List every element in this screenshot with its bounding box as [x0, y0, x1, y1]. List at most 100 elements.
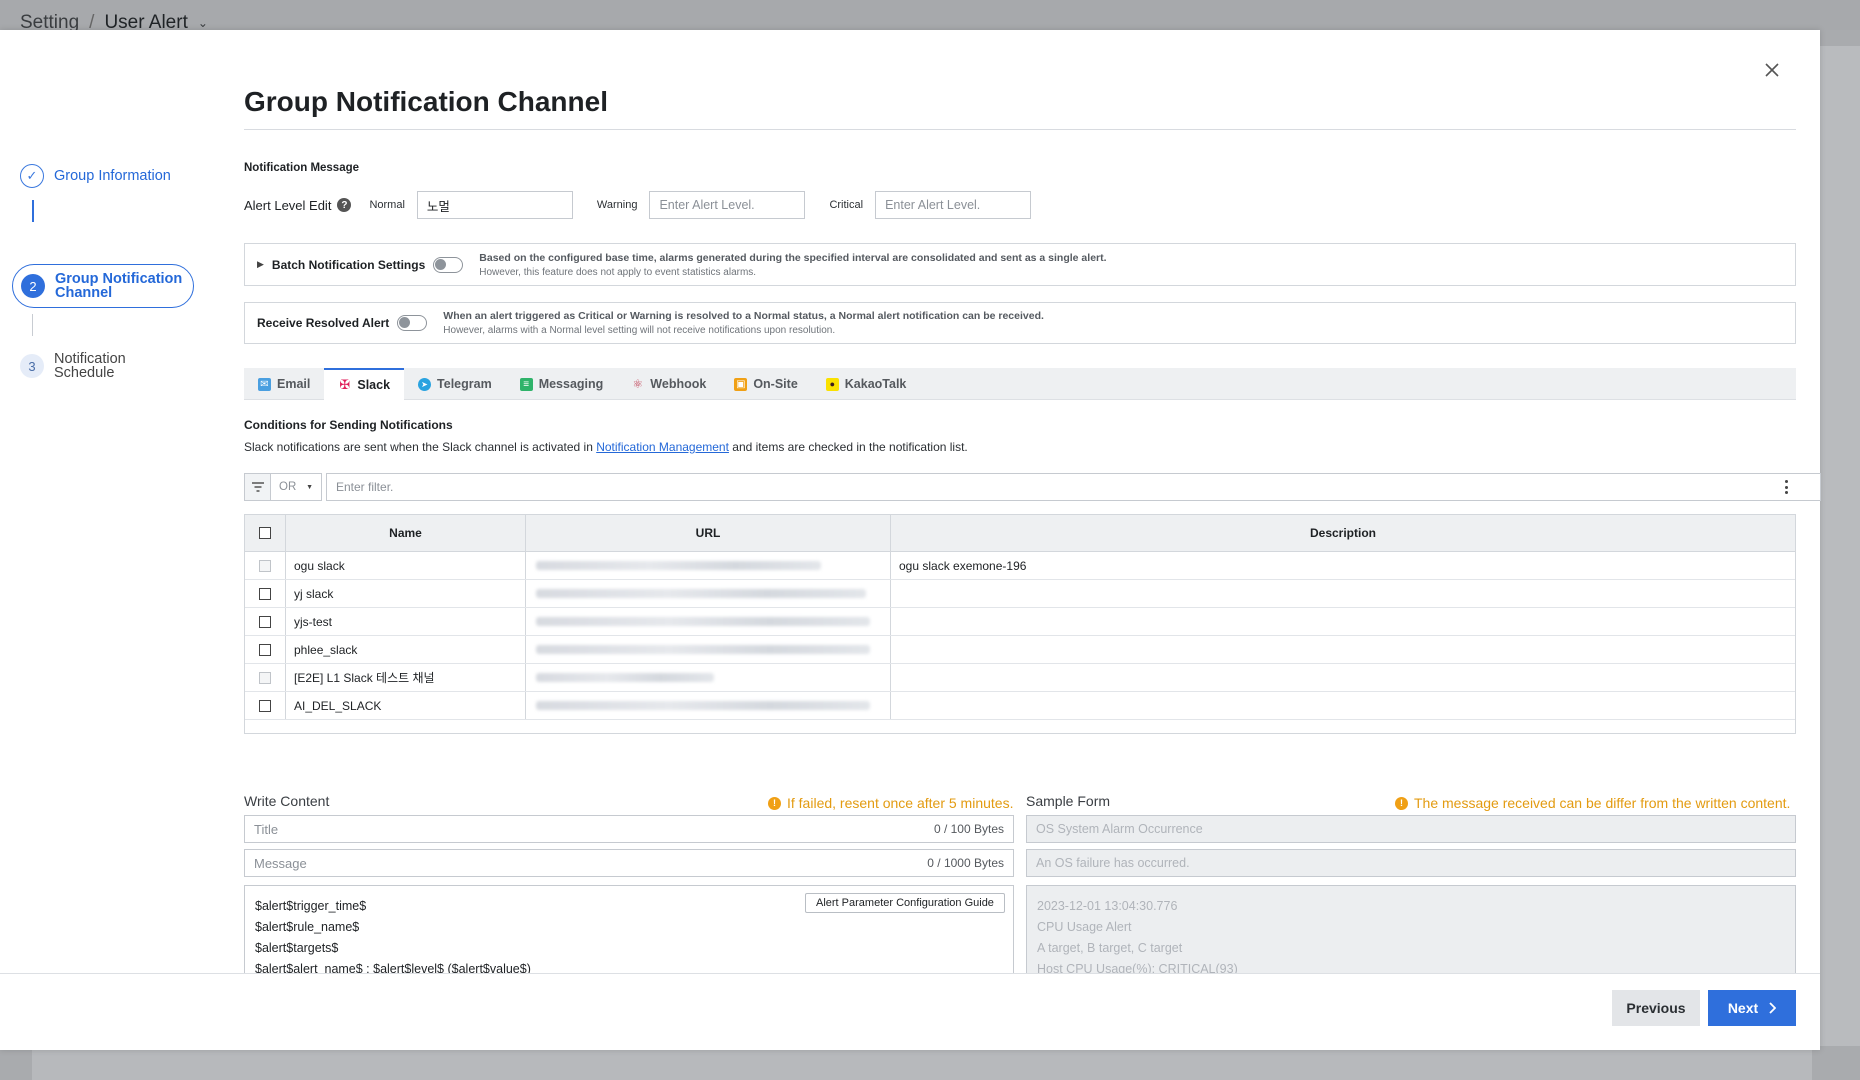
filter-button[interactable] — [244, 473, 270, 501]
write-content-warning: ! If failed, resent once after 5 minutes… — [768, 795, 1013, 811]
column-header-description[interactable]: Description — [891, 515, 1795, 551]
sample-form-warning: ! The message received can be differ fro… — [1395, 795, 1790, 811]
table-header: Name URL Description — [245, 515, 1795, 552]
check-icon: ✓ — [20, 164, 44, 188]
more-options-icon[interactable] — [1780, 478, 1792, 496]
tab-messaging[interactable]: ≡ Messaging — [506, 368, 618, 400]
tab-kakaotalk[interactable]: ● KakaoTalk — [812, 368, 921, 400]
row-checkbox[interactable] — [259, 615, 271, 628]
sample-line: 2023-12-01 13:04:30.776 — [1037, 899, 1178, 913]
tab-webhook[interactable]: ⚛ Webhook — [617, 368, 720, 400]
notification-management-link[interactable]: Notification Management — [596, 440, 729, 454]
warning-text: The message received can be differ from … — [1414, 795, 1791, 811]
description-cell — [891, 664, 1795, 691]
tab-email[interactable]: ✉ Email — [244, 368, 324, 400]
step-label-line2: Schedule — [54, 365, 115, 381]
normal-label: Normal — [369, 199, 405, 211]
tab-on-site[interactable]: ▣ On-Site — [720, 368, 811, 400]
sample-body: 2023-12-01 13:04:30.776 CPU Usage Alert … — [1026, 885, 1796, 977]
tab-label: Messaging — [538, 377, 604, 391]
alert-level-row: Alert Level Edit ? Normal Warning Critic… — [244, 191, 1055, 219]
row-checkbox[interactable] — [259, 587, 271, 600]
tab-label: On-Site — [753, 377, 798, 391]
warning-level-input[interactable] — [649, 191, 806, 219]
table-row[interactable]: AI_DEL_SLACK — [245, 692, 1795, 720]
sample-title: OS System Alarm Occurrence — [1026, 815, 1796, 843]
filter-operator-select[interactable]: OR ▼ — [270, 473, 322, 501]
description-line: Based on the configured base time, alarm… — [479, 251, 1107, 264]
checkbox-cell — [245, 608, 286, 635]
url-cell-redacted — [526, 552, 891, 579]
row-checkbox[interactable] — [259, 699, 271, 712]
step-connector — [32, 200, 34, 222]
checkbox-cell — [245, 636, 286, 663]
critical-level-input[interactable] — [875, 191, 1032, 219]
row-checkbox[interactable] — [259, 643, 271, 656]
modal: ✓ Group Information 2 Group Notification… — [0, 30, 1821, 1050]
description-cell — [891, 692, 1795, 719]
chevron-down-icon[interactable]: ⌄ — [198, 16, 208, 30]
step-label: Notification Schedule — [54, 352, 126, 381]
name-cell: yjs-test — [286, 608, 526, 635]
name-cell: AI_DEL_SLACK — [286, 692, 526, 719]
message-input[interactable]: Message 0 / 1000 Bytes — [244, 849, 1014, 877]
url-cell-redacted — [526, 580, 891, 607]
content-textarea[interactable]: Alert Parameter Configuration Guide $ale… — [244, 885, 1014, 977]
next-label: Next — [1727, 1000, 1759, 1016]
tab-label: Email — [277, 377, 311, 391]
select-all-cell — [245, 515, 286, 551]
step-group-information[interactable]: ✓ Group Information — [20, 164, 171, 188]
column-header-name[interactable]: Name — [286, 515, 526, 551]
filter-bar: OR ▼ — [244, 473, 1821, 501]
normal-level-input[interactable] — [416, 191, 573, 219]
section-label: Notification Message — [244, 162, 360, 174]
tab-telegram[interactable]: ➤ Telegram — [404, 368, 506, 400]
warning-icon: ! — [1395, 796, 1408, 810]
caret-right-icon[interactable]: ▶ — [257, 259, 264, 270]
tab-slack[interactable]: ✠ Slack — [324, 368, 405, 400]
step-notification-schedule[interactable]: 3 Notification Schedule — [20, 352, 126, 380]
batch-notification-description: Based on the configured base time, alarm… — [479, 252, 1106, 278]
table-row[interactable]: phlee_slack — [245, 636, 1795, 664]
batch-notification-toggle[interactable] — [433, 256, 464, 273]
resolved-alert-toggle[interactable] — [397, 315, 428, 331]
filter-icon — [251, 482, 264, 492]
conditions-title: Conditions for Sending Notifications — [244, 418, 453, 432]
table-row[interactable]: [E2E] L1 Slack 테스트 채널 — [245, 664, 1795, 692]
warning-icon: ! — [768, 796, 781, 810]
mail-icon: ✉ — [258, 377, 271, 391]
tab-label: Webhook — [650, 377, 707, 391]
step-group-notification-channel[interactable]: 2 Group Notification Channel — [12, 264, 194, 308]
close-button[interactable] — [1760, 58, 1784, 82]
alert-parameter-guide-button[interactable]: Alert Parameter Configuration Guide — [805, 893, 1005, 913]
warning-label: Warning — [596, 199, 638, 211]
column-header-url[interactable]: URL — [526, 515, 891, 551]
select-all-checkbox[interactable] — [259, 527, 271, 539]
background-strip — [32, 1050, 1812, 1080]
step-connector — [32, 314, 33, 336]
background-header: Setting / User Alert ⌄ — [0, 0, 1860, 33]
checkbox-cell — [245, 692, 286, 719]
webhook-icon: ⚛ — [632, 377, 644, 391]
chevron-right-icon — [1769, 1002, 1777, 1014]
on-site-icon: ▣ — [734, 377, 748, 391]
channel-tabs: ✉ Email ✠ Slack ➤ Telegram ≡ Messaging ⚛… — [244, 368, 1796, 400]
next-button[interactable]: Next — [1708, 990, 1796, 1026]
sample-form-label: Sample Form — [1026, 793, 1111, 809]
help-icon[interactable]: ? — [337, 198, 352, 212]
table-row[interactable]: yj slack — [245, 580, 1795, 608]
title-input[interactable]: Title 0 / 100 Bytes — [244, 815, 1014, 843]
filter-input[interactable] — [326, 473, 1821, 501]
checkbox-cell — [245, 552, 286, 579]
description-cell — [891, 636, 1795, 663]
tab-label: Slack — [357, 378, 391, 392]
table-row[interactable]: yjs-test — [245, 608, 1795, 636]
divider — [244, 129, 1796, 130]
step-label: Group Information — [54, 168, 171, 184]
previous-button[interactable]: Previous — [1612, 990, 1700, 1026]
conditions-description: Slack notifications are sent when the Sl… — [244, 440, 968, 454]
background-panel — [1820, 46, 1860, 1046]
table-row[interactable]: ogu slack ogu slack exemone-196 — [245, 552, 1795, 580]
description-cell — [891, 608, 1795, 635]
description-line: When an alert triggered as Critical or W… — [443, 310, 1044, 322]
